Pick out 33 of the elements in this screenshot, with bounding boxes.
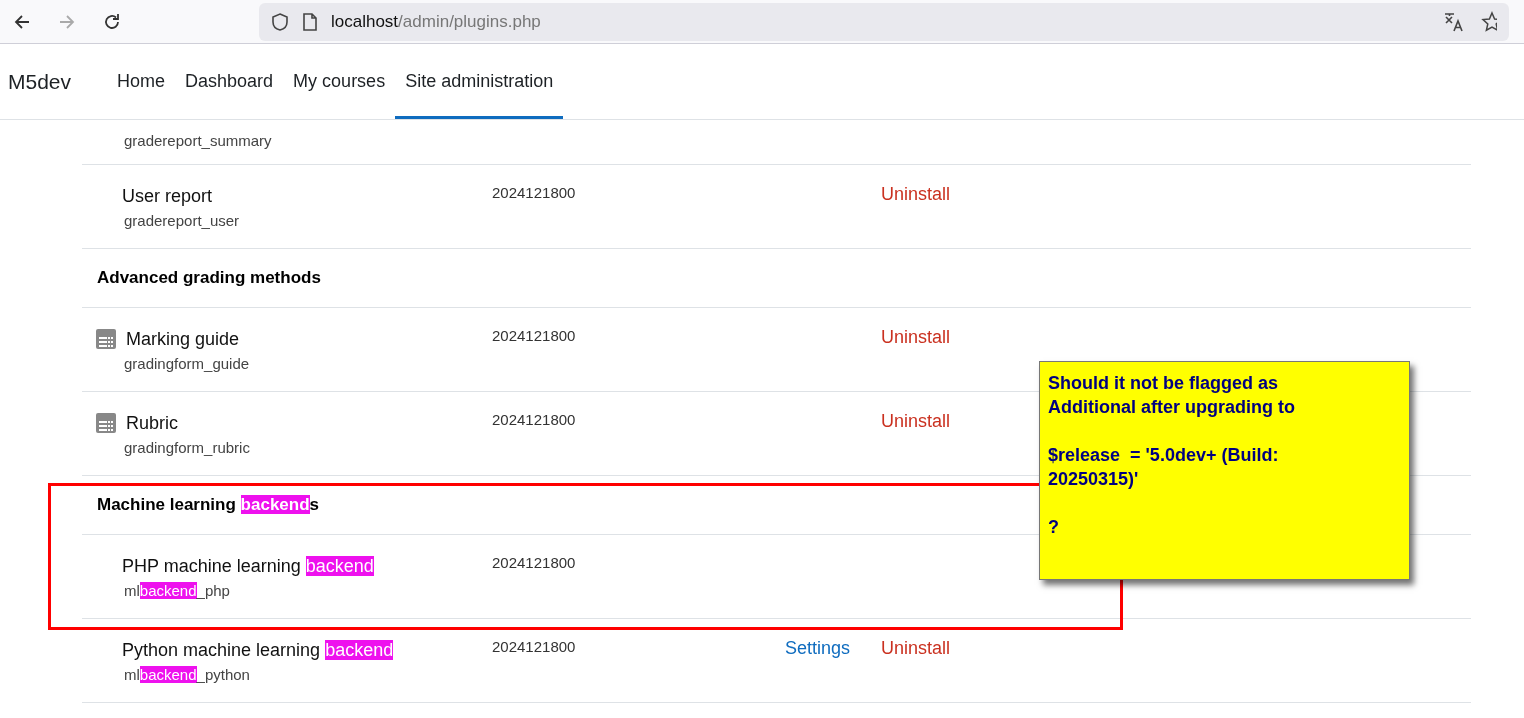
page-icon (303, 12, 317, 31)
uninstall-link[interactable]: Uninstall (881, 411, 951, 431)
settings-link[interactable]: Settings (785, 638, 851, 658)
plugin-component: gradereport_user (123, 212, 241, 229)
plugin-component: gradingform_guide (123, 355, 251, 372)
plugin-name: User report (122, 185, 213, 207)
version-number: 2024121800 (492, 411, 576, 428)
nav-tab[interactable]: My courses (283, 44, 396, 119)
plugin-component: gradingform_rubric (123, 439, 251, 456)
plugin-component: gradereport_summary (124, 132, 272, 149)
version-number: 2024121800 (492, 554, 576, 571)
uninstall-link[interactable]: Uninstall (881, 327, 951, 347)
section-heading: Machine learning backends (97, 495, 320, 515)
nav-tab[interactable]: Dashboard (175, 44, 284, 119)
version-number: 2024121800 (492, 327, 576, 344)
shield-icon[interactable] (271, 11, 289, 32)
reload-icon[interactable] (102, 11, 122, 32)
plugin-name: Python machine learning backend (122, 639, 394, 661)
version-number: 2024121800 (492, 184, 576, 201)
star-icon[interactable] (1481, 10, 1497, 33)
nav-tab[interactable]: Site administration (395, 44, 564, 119)
address-bar[interactable]: localhost/admin/plugins.php (259, 2, 1509, 41)
translate-icon[interactable] (1443, 10, 1465, 33)
plugin-name: PHP machine learning backend (122, 555, 374, 577)
uninstall-link[interactable]: Uninstall (881, 184, 951, 204)
version-number: 2024121800 (492, 638, 576, 655)
callout-note: Should it not be flagged as Additional after upgrading to $release = '5.0dev+ (Build: 20250315)' ? (1039, 361, 1410, 580)
plugin-name: Rubric (126, 412, 178, 434)
section-heading: Advanced grading methods (97, 268, 321, 288)
plugin-name: Marking guide (126, 328, 240, 350)
nav-tab[interactable]: Home (107, 44, 176, 119)
site-name[interactable]: M5dev (8, 69, 72, 94)
uninstall-link[interactable]: Uninstall (881, 638, 951, 658)
